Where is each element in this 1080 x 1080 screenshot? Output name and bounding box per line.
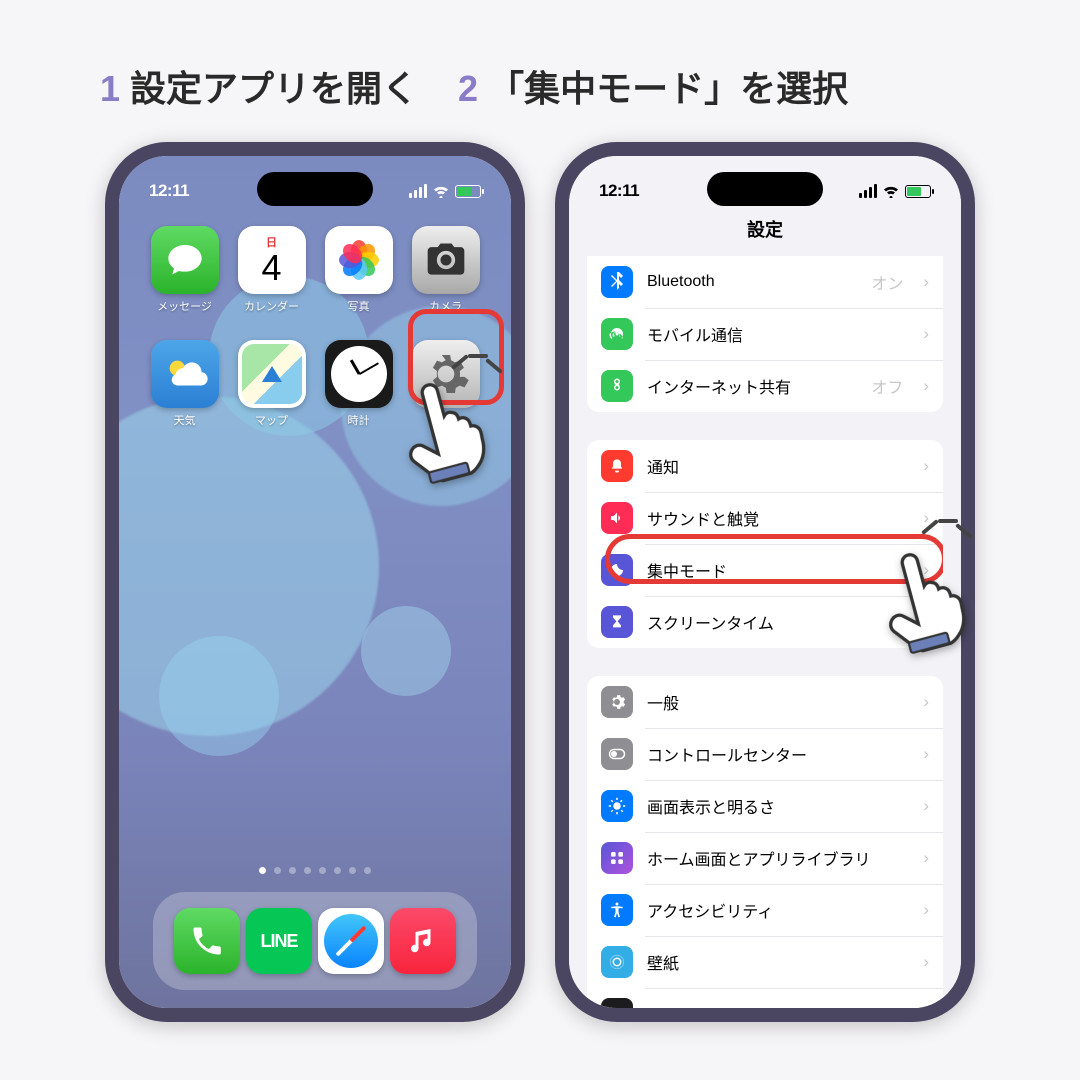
row-label: Bluetooth [647,273,857,291]
app-safari[interactable] [318,908,384,974]
row-label: スクリーンタイム [647,610,903,634]
maps-icon [238,340,306,408]
step-1-heading: 1 設定アプリを開く [100,60,418,112]
battery-icon [455,185,481,198]
status-time: 12:11 [149,181,189,201]
calendar-icon: 日 4 [238,226,306,294]
signal-icon [859,184,877,198]
chevron-icon: › [923,692,929,712]
chevron-icon: › [923,324,929,344]
general-icon [601,686,633,718]
row-label: モバイル通信 [647,322,903,346]
step-headings: 1 設定アプリを開く 2 「集中モード」を選択 [0,0,1080,142]
app-label: 天気 [174,412,196,428]
row-label: コントロールセンター [647,742,903,766]
chevron-icon: › [923,376,929,396]
row-general[interactable]: 一般 › [587,676,943,728]
row-label: 一般 [647,690,903,714]
row-cellular[interactable]: モバイル通信 › [587,308,943,360]
settings-title: 設定 [569,216,961,242]
chevron-icon: › [923,952,929,972]
row-hotspot[interactable]: インターネット共有 オフ › [587,360,943,412]
row-value: オフ [871,374,903,398]
app-label: メッセージ [157,298,212,314]
row-value: オン [871,270,903,294]
notifications-icon [601,450,633,482]
phone-home: 12:11 メッセージ 日 4 [105,142,525,1022]
camera-icon [412,226,480,294]
row-label: 壁紙 [647,950,903,974]
row-notifications[interactable]: 通知 › [587,440,943,492]
step-number: 1 [100,68,120,110]
app-line[interactable]: LINE [246,908,312,974]
homescreen-icon [601,842,633,874]
row-accessibility[interactable]: アクセシビリティ › [587,884,943,936]
step-number: 2 [458,68,478,110]
row-control-center[interactable]: コントロールセンター › [587,728,943,780]
app-label: カレンダー [244,298,299,314]
app-label: マップ [255,412,288,428]
chevron-icon: › [923,1004,929,1008]
row-label: ホーム画面とアプリライブラリ [647,846,903,870]
app-camera[interactable]: カメラ [406,226,485,314]
chevron-icon: › [923,272,929,292]
cellular-icon [601,318,633,350]
weather-icon [151,340,219,408]
sounds-icon [601,502,633,534]
step-text: 設定アプリを開く [130,60,418,112]
app-label: 写真 [348,298,370,314]
screentime-icon [601,606,633,638]
chevron-icon: › [923,744,929,764]
app-messages[interactable]: メッセージ [145,226,224,314]
photos-icon [325,226,393,294]
messages-icon [151,226,219,294]
wifi-icon [882,185,900,198]
app-music[interactable] [390,908,456,974]
accessibility-icon [601,894,633,926]
display-icon [601,790,633,822]
row-display[interactable]: 画面表示と明るさ › [587,780,943,832]
app-maps[interactable]: マップ [232,340,311,428]
chevron-icon: › [923,848,929,868]
row-wallpaper[interactable]: 壁紙 › [587,936,943,988]
row-homescreen[interactable]: ホーム画面とアプリライブラリ › [587,832,943,884]
dynamic-island [707,172,823,206]
app-photos[interactable]: 写真 [319,226,398,314]
row-label: インターネット共有 [647,374,857,398]
row-label: 通知 [647,454,903,478]
control-center-icon [601,738,633,770]
wifi-icon [432,185,450,198]
chevron-icon: › [923,796,929,816]
dock: LINE [153,892,477,990]
dynamic-island [257,172,373,206]
page-indicator[interactable] [139,857,491,884]
app-label: 時計 [348,412,370,428]
app-phone[interactable] [174,908,240,974]
app-calendar[interactable]: 日 4 カレンダー [232,226,311,314]
step-2-heading: 2 「集中モード」を選択 [458,60,848,112]
status-time: 12:11 [599,181,639,201]
row-label: アクセシビリティ [647,898,903,922]
step-text: 「集中モード」を選択 [488,60,848,112]
chevron-icon: › [923,900,929,920]
row-bluetooth[interactable]: Bluetooth オン › [587,256,943,308]
battery-icon [905,185,931,198]
standby-icon: 12 [601,998,633,1008]
row-label: サウンドと触覚 [647,506,903,530]
bluetooth-icon [601,266,633,298]
chevron-icon: › [923,456,929,476]
app-weather[interactable]: 天気 [145,340,224,428]
row-standby[interactable]: 12 スタンバイ › [587,988,943,1008]
row-label: 画面表示と明るさ [647,794,903,818]
signal-icon [409,184,427,198]
row-label: スタンバイ [647,1002,903,1008]
hotspot-icon [601,370,633,402]
wallpaper-icon [601,946,633,978]
